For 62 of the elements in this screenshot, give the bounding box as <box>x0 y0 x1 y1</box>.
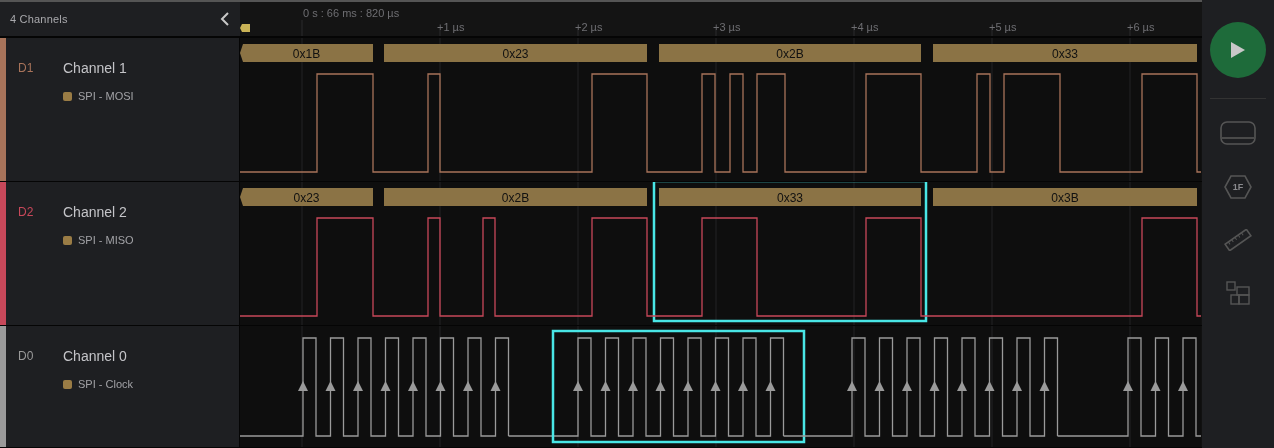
time-tick-label: +4 µs <box>851 21 879 33</box>
rising-edge-icon <box>298 381 308 391</box>
channel-name[interactable]: Channel 0 <box>63 348 133 364</box>
channel-id: D1 <box>18 61 35 75</box>
rising-edge-icon <box>380 381 391 391</box>
rising-edge-icon <box>408 381 418 391</box>
rising-edge-icon <box>902 381 912 391</box>
rising-edge-icon <box>1178 381 1188 391</box>
rising-edge-icon <box>435 381 446 391</box>
channel-name[interactable]: Channel 2 <box>63 204 134 220</box>
analyzer-icon <box>63 91 72 101</box>
rising-edge-icon <box>1039 381 1050 391</box>
rising-edge-icon <box>353 381 363 391</box>
time-tick-label: +6 µs <box>1127 21 1155 33</box>
time-tick-label: +5 µs <box>989 21 1017 33</box>
time-tick-label: +2 µs <box>575 21 603 33</box>
rising-edge-icon <box>1123 381 1133 391</box>
decoded-frame[interactable]: 0x3B <box>933 188 1197 206</box>
play-button[interactable] <box>1210 22 1266 78</box>
analyzer-icon <box>63 379 72 389</box>
rising-edge-icon <box>325 381 336 391</box>
frame-tag-button[interactable]: 1F <box>1224 175 1252 199</box>
decoded-frame[interactable]: 0x33 <box>659 188 921 206</box>
rising-edge-icon <box>984 381 995 391</box>
analyzer-name[interactable]: SPI - MISO <box>78 234 134 246</box>
trigger-marker-icon[interactable] <box>240 24 250 32</box>
rising-edge-icon <box>683 381 693 391</box>
decoded-frame[interactable]: 0x2B <box>384 188 647 206</box>
time-tick-label: +1 µs <box>437 21 465 33</box>
selection-box[interactable] <box>551 329 806 444</box>
rising-edge-icon <box>710 381 721 391</box>
panel-title: 4 Channels <box>10 13 68 25</box>
rising-edge-icon <box>600 381 611 391</box>
rising-edge-icon <box>957 381 967 391</box>
play-icon <box>1230 41 1246 59</box>
analyzer-icon <box>63 235 72 245</box>
decoded-frame[interactable]: 0x23 <box>384 44 647 62</box>
analyzer-name[interactable]: SPI - MOSI <box>78 90 134 102</box>
rising-edge-icon <box>1012 381 1022 391</box>
channel-id: D2 <box>18 205 35 219</box>
channel-id: D0 <box>18 349 35 363</box>
rising-edge-icon <box>929 381 940 391</box>
rising-edge-icon <box>847 381 857 391</box>
collapse-icon[interactable] <box>220 12 230 26</box>
rising-edge-icon <box>874 381 885 391</box>
rising-edge-icon <box>463 381 473 391</box>
decoded-frame[interactable]: 0x23 <box>240 188 373 206</box>
rising-edge-icon <box>655 381 666 391</box>
rising-edge-icon <box>573 381 583 391</box>
decoded-frame[interactable]: 0x1B <box>240 44 373 62</box>
rising-edge-icon <box>628 381 638 391</box>
time-tick-label: +3 µs <box>713 21 741 33</box>
analyzer-name[interactable]: SPI - Clock <box>78 378 133 390</box>
channel-name[interactable]: Channel 1 <box>63 60 134 76</box>
rising-edge-icon <box>738 381 748 391</box>
selection-box[interactable] <box>652 182 928 323</box>
cursor-time: 0 s : 66 ms : 820 µs <box>303 7 400 19</box>
rising-edge-icon <box>765 381 776 391</box>
decoded-frame[interactable]: 0x2B <box>659 44 921 62</box>
decoded-frame[interactable]: 0x33 <box>933 44 1197 62</box>
rising-edge-icon <box>490 381 501 391</box>
rising-edge-icon <box>1150 381 1161 391</box>
